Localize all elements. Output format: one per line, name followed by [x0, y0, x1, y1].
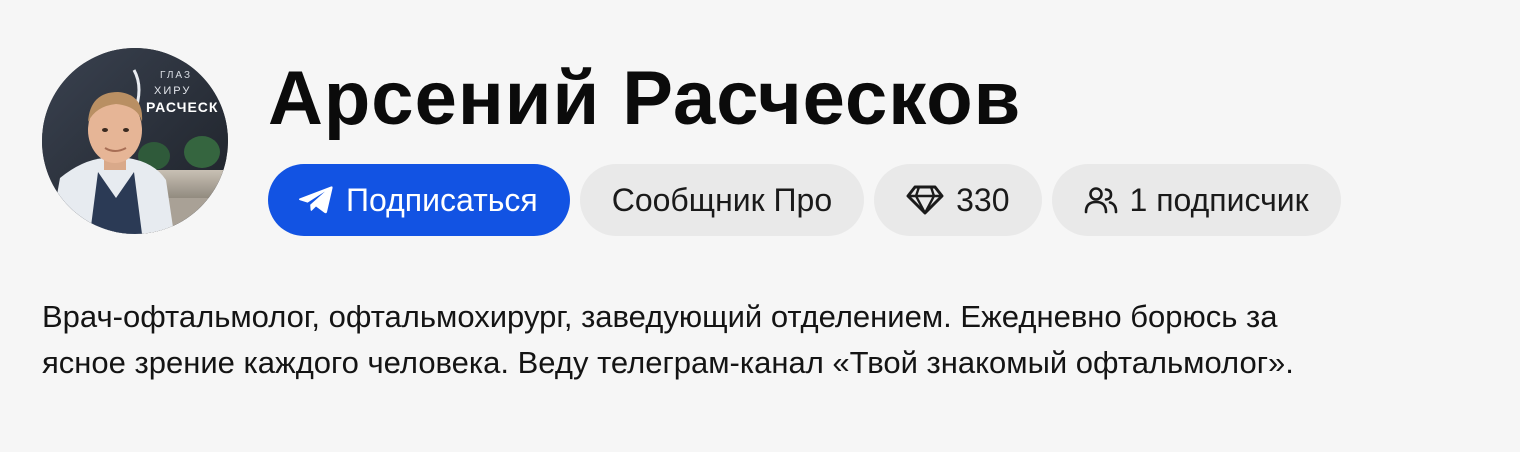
- profile-chips: Подписаться Сообщник Про 330 1 подписчик: [268, 164, 1341, 236]
- plan-badge[interactable]: Сообщник Про: [579, 164, 865, 236]
- subscribe-button-label: Подписаться: [346, 181, 538, 218]
- gems-counter[interactable]: 330: [874, 164, 1042, 236]
- profile-description: Врач-офтальмолог, офтальмохирург, заведу…: [42, 294, 1482, 386]
- subscribe-button[interactable]: Подписаться: [268, 164, 570, 236]
- profile-header: ГЛАЗ ХИРУ РАСЧЕСК Арсений Расческов Подп…: [42, 48, 1482, 236]
- profile-header-main: Арсений Расческов Подписаться Сообщник П…: [268, 48, 1341, 236]
- description-line-1: Врач-офтальмолог, офтальмохирург, заведу…: [42, 299, 1278, 334]
- telegram-plane-icon: [298, 185, 334, 215]
- people-icon: [1084, 186, 1118, 214]
- subscribers-label: 1 подписчик: [1129, 181, 1309, 218]
- plan-badge-label: Сообщник Про: [611, 181, 833, 218]
- profile-name: Арсений Расческов: [268, 56, 1022, 141]
- description-line-2: ясное зрение каждого человека. Веду теле…: [42, 345, 1294, 380]
- avatar-sign-line-1: ГЛАЗ: [160, 70, 192, 81]
- gems-count: 330: [956, 181, 1010, 218]
- diamond-icon: [906, 185, 944, 215]
- subscribers-count[interactable]: 1 подписчик: [1051, 164, 1341, 236]
- avatar[interactable]: ГЛАЗ ХИРУ РАСЧЕСК: [42, 48, 228, 234]
- avatar-sign-line-3: РАСЧЕСК: [146, 99, 218, 115]
- profile-card: ГЛАЗ ХИРУ РАСЧЕСК Арсений Расческов Подп…: [42, 48, 1482, 386]
- avatar-sign-line-2: ХИРУ: [154, 85, 191, 97]
- avatar-photo: ГЛАЗ ХИРУ РАСЧЕСК: [42, 48, 228, 234]
